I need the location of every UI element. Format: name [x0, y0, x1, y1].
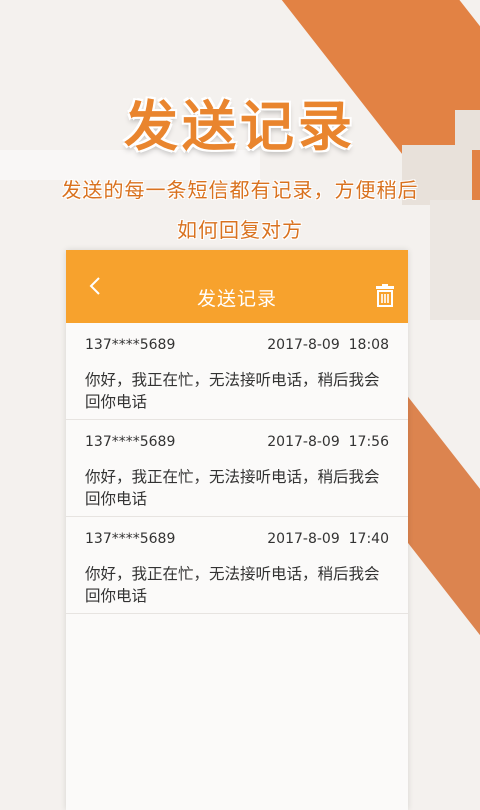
chevron-left-icon — [84, 272, 108, 300]
record-datetime: 2017-8-09 17:40 — [267, 531, 389, 547]
promo-subtitle-line1: 发送的每一条短信都有记录，方便稍后 — [61, 178, 419, 202]
record-datetime: 2017-8-09 17:56 — [267, 434, 389, 450]
promo-subtitle-line2: 如何回复对方 — [177, 218, 303, 242]
trash-icon — [374, 284, 396, 308]
record-message: 你好，我正在忙，无法接听电话，稍后我会回你电话 — [85, 565, 380, 605]
app-bar: 发送记录 — [66, 250, 408, 323]
record-item[interactable]: 137****5689 2017-8-09 18:08 你好，我正在忙，无法接听… — [66, 323, 408, 420]
record-item[interactable]: 137****5689 2017-8-09 17:56 你好，我正在忙，无法接听… — [66, 420, 408, 517]
record-message: 你好，我正在忙，无法接听电话，稍后我会回你电话 — [85, 468, 380, 508]
delete-button[interactable] — [374, 284, 396, 308]
promo-subtitle: 发送的每一条短信都有记录，方便稍后 如何回复对方 — [20, 170, 460, 250]
record-phone: 137****5689 — [85, 434, 176, 450]
record-item[interactable]: 137****5689 2017-8-09 17:40 你好，我正在忙，无法接听… — [66, 517, 408, 614]
phone-screen: 发送记录 137****5689 2017-8-09 18:08 你好，我正在忙… — [66, 250, 408, 810]
record-phone: 137****5689 — [85, 531, 176, 547]
record-list: 137****5689 2017-8-09 18:08 你好，我正在忙，无法接听… — [66, 323, 408, 614]
back-button[interactable] — [84, 272, 108, 300]
promo-title: 发送记录 — [124, 95, 356, 158]
record-datetime: 2017-8-09 18:08 — [267, 337, 389, 353]
app-bar-title: 发送记录 — [196, 288, 277, 310]
record-phone: 137****5689 — [85, 337, 176, 353]
record-message: 你好，我正在忙，无法接听电话，稍后我会回你电话 — [85, 371, 380, 411]
